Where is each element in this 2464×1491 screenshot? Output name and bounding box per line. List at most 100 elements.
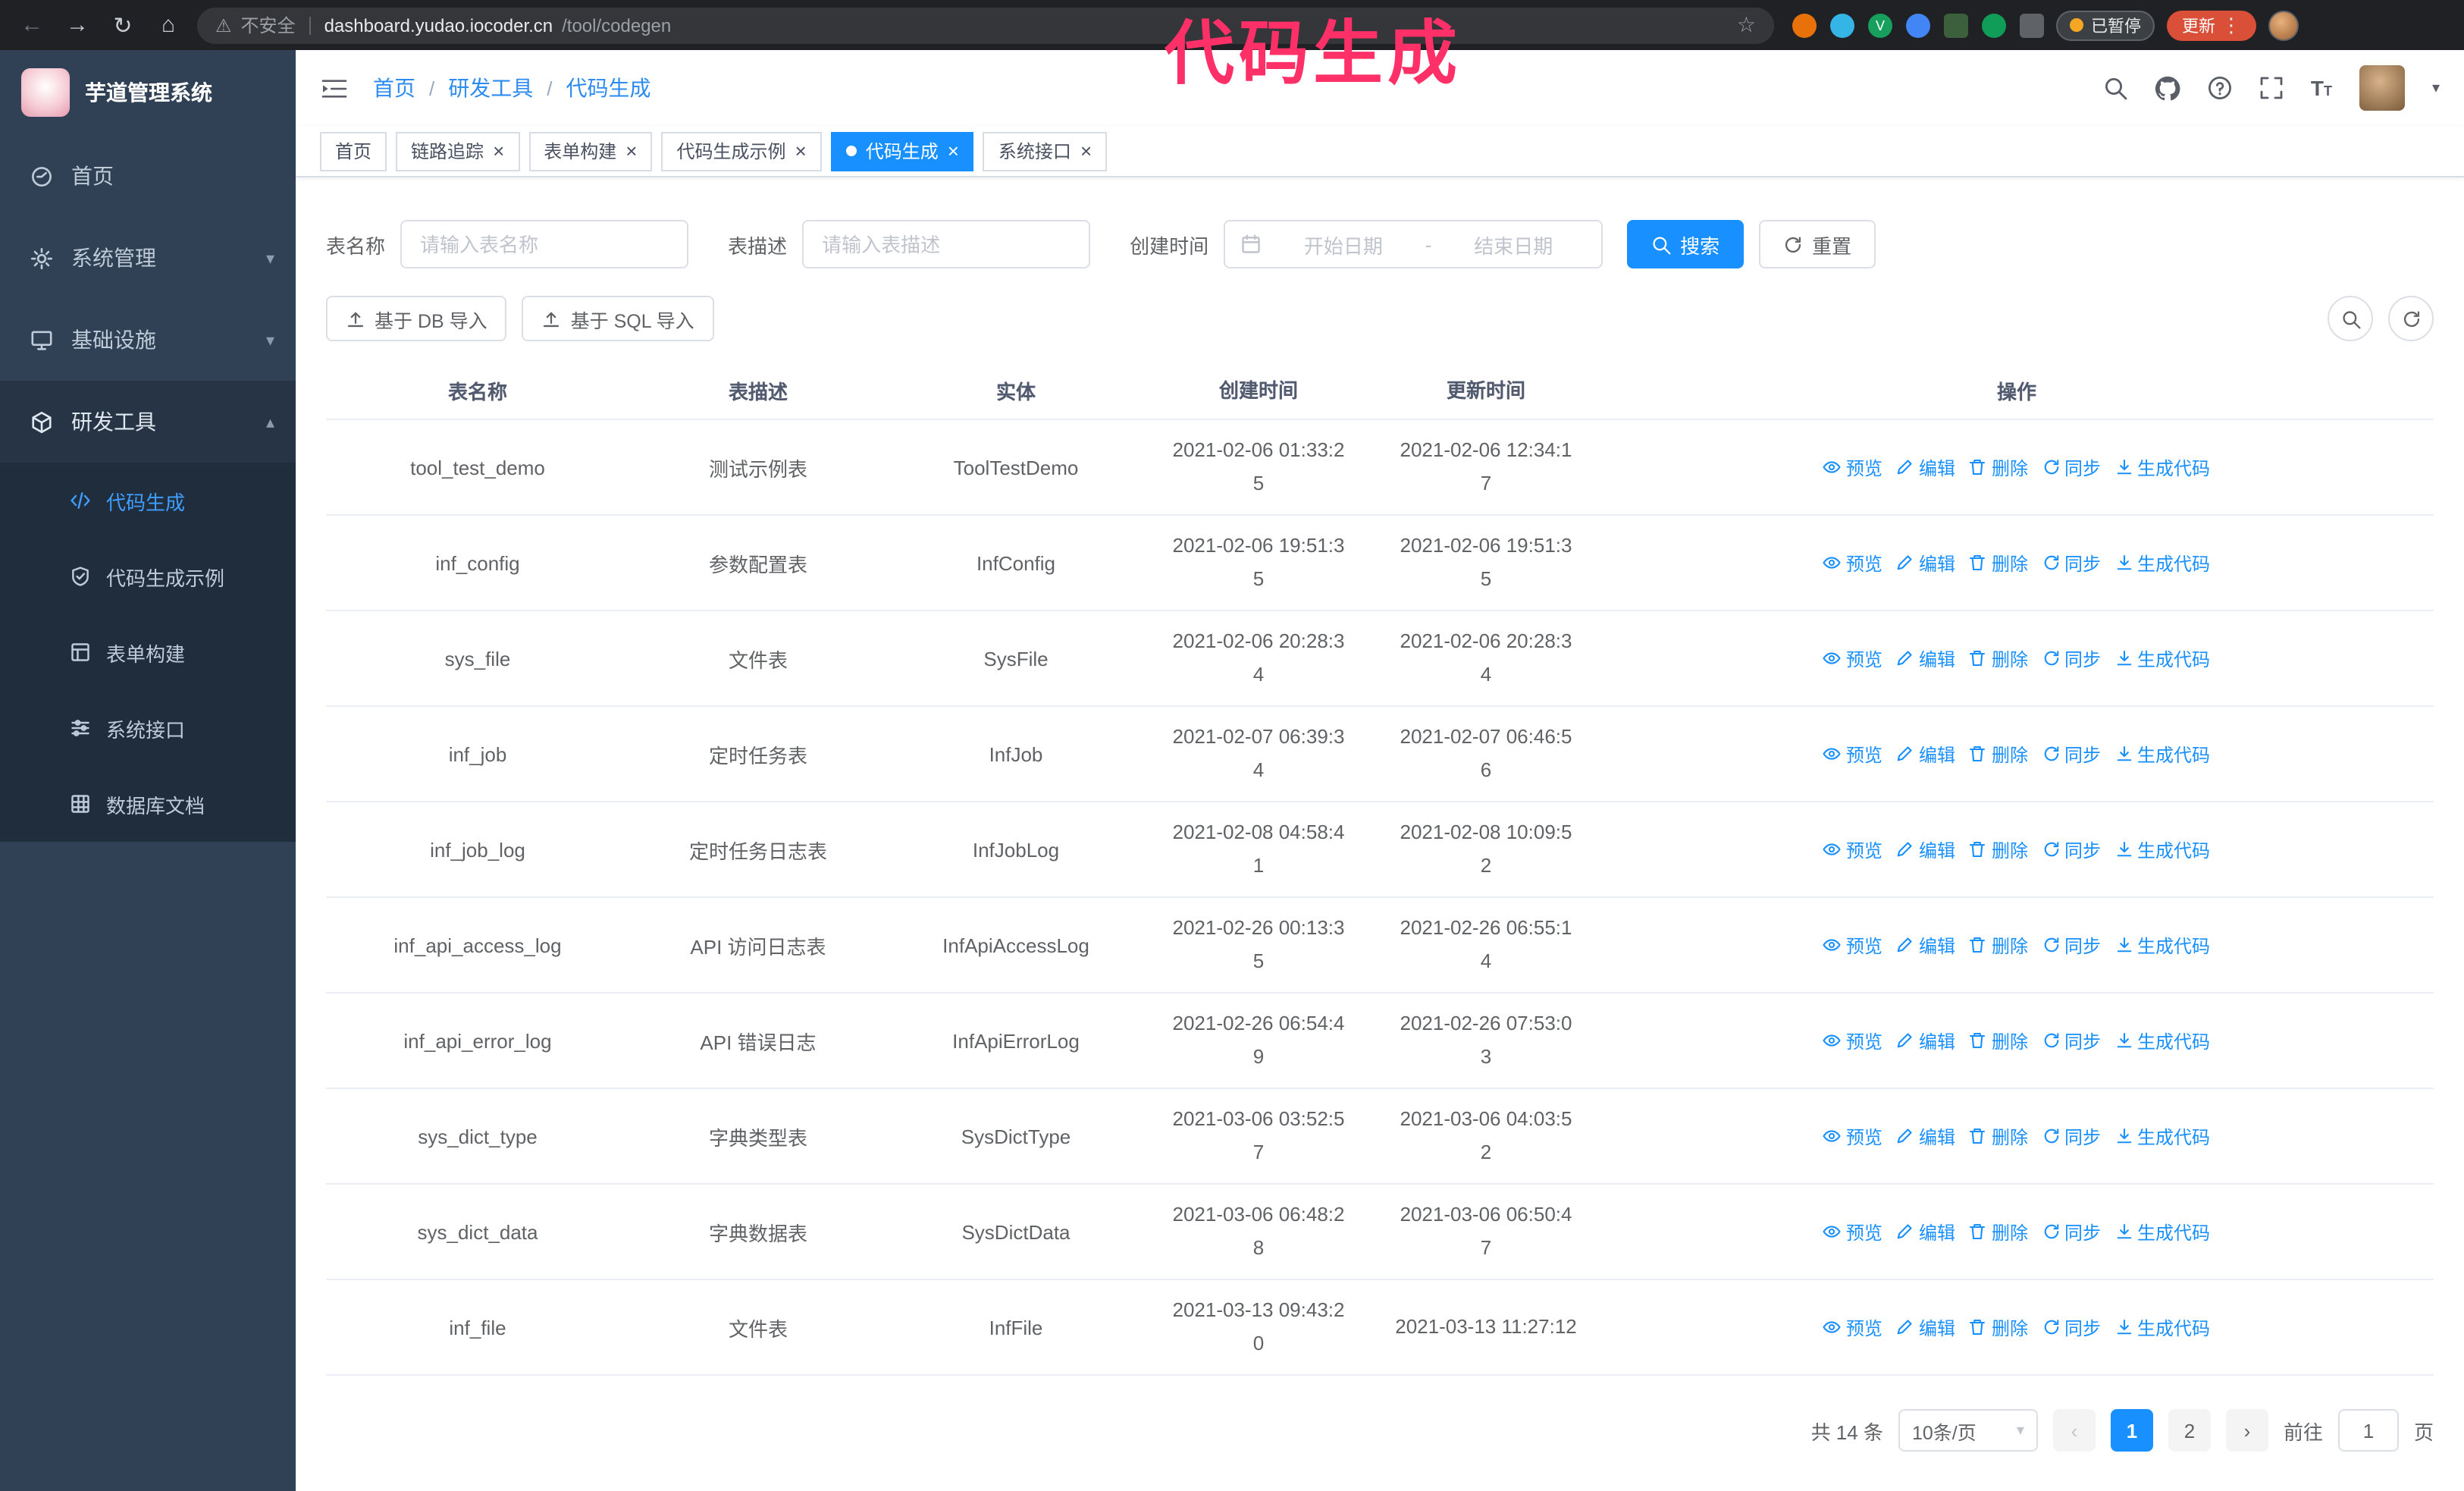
sidebar-item-home[interactable]: 首页 <box>0 135 296 217</box>
date-range-picker[interactable]: 开始日期 - 结束日期 <box>1224 220 1603 268</box>
tab-close-icon[interactable]: × <box>1080 141 1092 161</box>
preview-link[interactable]: 预览 <box>1823 645 1882 671</box>
sync-link[interactable]: 同步 <box>2042 741 2101 767</box>
home-icon[interactable]: ⌂ <box>152 12 185 38</box>
edit-link[interactable]: 编辑 <box>1896 1219 1955 1245</box>
edit-link[interactable]: 编辑 <box>1896 741 1955 767</box>
preview-link[interactable]: 预览 <box>1823 837 1882 862</box>
font-size-icon[interactable]: TT <box>2311 76 2332 100</box>
sync-link[interactable]: 同步 <box>2042 550 2101 576</box>
tab-close-icon[interactable]: × <box>625 141 637 161</box>
breadcrumb-item-devtools[interactable]: 研发工具 <box>448 73 533 103</box>
generate-code-link[interactable]: 生成代码 <box>2114 1219 2210 1245</box>
delete-link[interactable]: 删除 <box>1969 550 2028 576</box>
caret-down-icon[interactable]: ▾ <box>2432 80 2440 96</box>
generate-code-link[interactable]: 生成代码 <box>2114 837 2210 862</box>
generate-code-link[interactable]: 生成代码 <box>2114 454 2210 480</box>
extension-icon-3[interactable]: V <box>1868 13 1892 37</box>
tab[interactable]: 表单构建 × <box>528 131 653 171</box>
reload-icon[interactable]: ↻ <box>106 11 140 39</box>
preview-link[interactable]: 预览 <box>1823 1028 1882 1053</box>
sync-link[interactable]: 同步 <box>2042 645 2101 671</box>
tab-close-icon[interactable]: × <box>493 141 504 161</box>
edit-link[interactable]: 编辑 <box>1896 1028 1955 1053</box>
sidebar-item-devtools[interactable]: 研发工具 ▴ <box>0 381 296 463</box>
address-bar[interactable]: ⚠ 不安全 dashboard.yudao.iocoder.cn/tool/co… <box>197 7 1774 43</box>
preview-link[interactable]: 预览 <box>1823 454 1882 480</box>
page-button-1[interactable]: 1 <box>2110 1409 2153 1452</box>
delete-link[interactable]: 删除 <box>1969 1028 2028 1053</box>
delete-link[interactable]: 删除 <box>1969 741 2028 767</box>
table-desc-input[interactable] <box>802 220 1091 268</box>
import-sql-button[interactable]: 基于 SQL 导入 <box>522 296 714 341</box>
hamburger-icon[interactable] <box>320 77 349 99</box>
generate-code-link[interactable]: 生成代码 <box>2114 932 2210 958</box>
goto-input[interactable] <box>2337 1409 2399 1452</box>
next-page-button[interactable]: › <box>2225 1409 2268 1452</box>
page-size-select[interactable]: 10条/页 ▾ <box>1898 1409 2038 1452</box>
sidebar-item-system-api[interactable]: 系统接口 <box>0 690 296 766</box>
delete-link[interactable]: 删除 <box>1969 1123 2028 1149</box>
sidebar-item-infra[interactable]: 基础设施 ▾ <box>0 299 296 381</box>
edit-link[interactable]: 编辑 <box>1896 550 1955 576</box>
preview-link[interactable]: 预览 <box>1823 1314 1882 1340</box>
forward-icon[interactable]: → <box>61 12 94 38</box>
sync-link[interactable]: 同步 <box>2042 932 2101 958</box>
sidebar-item-system[interactable]: 系统管理 ▾ <box>0 217 296 299</box>
extension-icon-2[interactable] <box>1830 13 1854 37</box>
table-name-input[interactable] <box>400 220 689 268</box>
tab[interactable]: 系统接口 × <box>983 131 1108 171</box>
back-icon[interactable]: ← <box>15 12 49 38</box>
search-button[interactable]: 搜索 <box>1627 220 1745 268</box>
page-button-2[interactable]: 2 <box>2168 1409 2211 1452</box>
prev-page-button[interactable]: ‹ <box>2052 1409 2096 1452</box>
generate-code-link[interactable]: 生成代码 <box>2114 645 2210 671</box>
paused-badge[interactable]: 已暂停 <box>2056 10 2155 40</box>
update-button[interactable]: 更新 ⋮ <box>2167 10 2256 40</box>
sync-link[interactable]: 同步 <box>2042 454 2101 480</box>
refresh-button[interactable] <box>2388 296 2434 341</box>
sync-link[interactable]: 同步 <box>2042 1123 2101 1149</box>
sync-link[interactable]: 同步 <box>2042 1219 2101 1245</box>
edit-link[interactable]: 编辑 <box>1896 645 1955 671</box>
browser-menu-icon[interactable]: ⋮ <box>2221 13 2241 37</box>
tab-close-icon[interactable]: × <box>948 141 959 161</box>
delete-link[interactable]: 删除 <box>1969 932 2028 958</box>
extension-icon-5[interactable] <box>1944 13 1968 37</box>
edit-link[interactable]: 编辑 <box>1896 932 1955 958</box>
extension-icon-7[interactable] <box>2020 13 2044 37</box>
sidebar-item-codegen[interactable]: 代码生成 <box>0 463 296 538</box>
sync-link[interactable]: 同步 <box>2042 1028 2101 1053</box>
extension-icon-1[interactable] <box>1792 13 1817 37</box>
github-icon[interactable] <box>2155 75 2180 101</box>
sync-link[interactable]: 同步 <box>2042 1314 2101 1340</box>
reset-button[interactable]: 重置 <box>1759 220 1876 268</box>
delete-link[interactable]: 删除 <box>1969 454 2028 480</box>
generate-code-link[interactable]: 生成代码 <box>2114 1123 2210 1149</box>
search-icon[interactable] <box>2103 76 2127 100</box>
delete-link[interactable]: 删除 <box>1969 1314 2028 1340</box>
delete-link[interactable]: 删除 <box>1969 837 2028 862</box>
generate-code-link[interactable]: 生成代码 <box>2114 1028 2210 1053</box>
help-icon[interactable] <box>2208 76 2232 100</box>
generate-code-link[interactable]: 生成代码 <box>2114 741 2210 767</box>
preview-link[interactable]: 预览 <box>1823 741 1882 767</box>
edit-link[interactable]: 编辑 <box>1896 454 1955 480</box>
tab[interactable]: 首页 <box>320 131 387 171</box>
tab-close-icon[interactable]: × <box>795 141 807 161</box>
extension-icon-4[interactable] <box>1906 13 1930 37</box>
edit-link[interactable]: 编辑 <box>1896 1123 1955 1149</box>
sidebar-item-db-doc[interactable]: 数据库文档 <box>0 766 296 842</box>
delete-link[interactable]: 删除 <box>1969 645 2028 671</box>
breadcrumb-item-home[interactable]: 首页 <box>373 73 415 103</box>
generate-code-link[interactable]: 生成代码 <box>2114 1314 2210 1340</box>
preview-link[interactable]: 预览 <box>1823 1123 1882 1149</box>
sync-link[interactable]: 同步 <box>2042 837 2101 862</box>
preview-link[interactable]: 预览 <box>1823 550 1882 576</box>
preview-link[interactable]: 预览 <box>1823 932 1882 958</box>
edit-link[interactable]: 编辑 <box>1896 1314 1955 1340</box>
delete-link[interactable]: 删除 <box>1969 1219 2028 1245</box>
edit-link[interactable]: 编辑 <box>1896 837 1955 862</box>
tab[interactable]: 代码生成 × <box>830 131 974 171</box>
bookmark-star-icon[interactable]: ☆ <box>1737 12 1756 38</box>
